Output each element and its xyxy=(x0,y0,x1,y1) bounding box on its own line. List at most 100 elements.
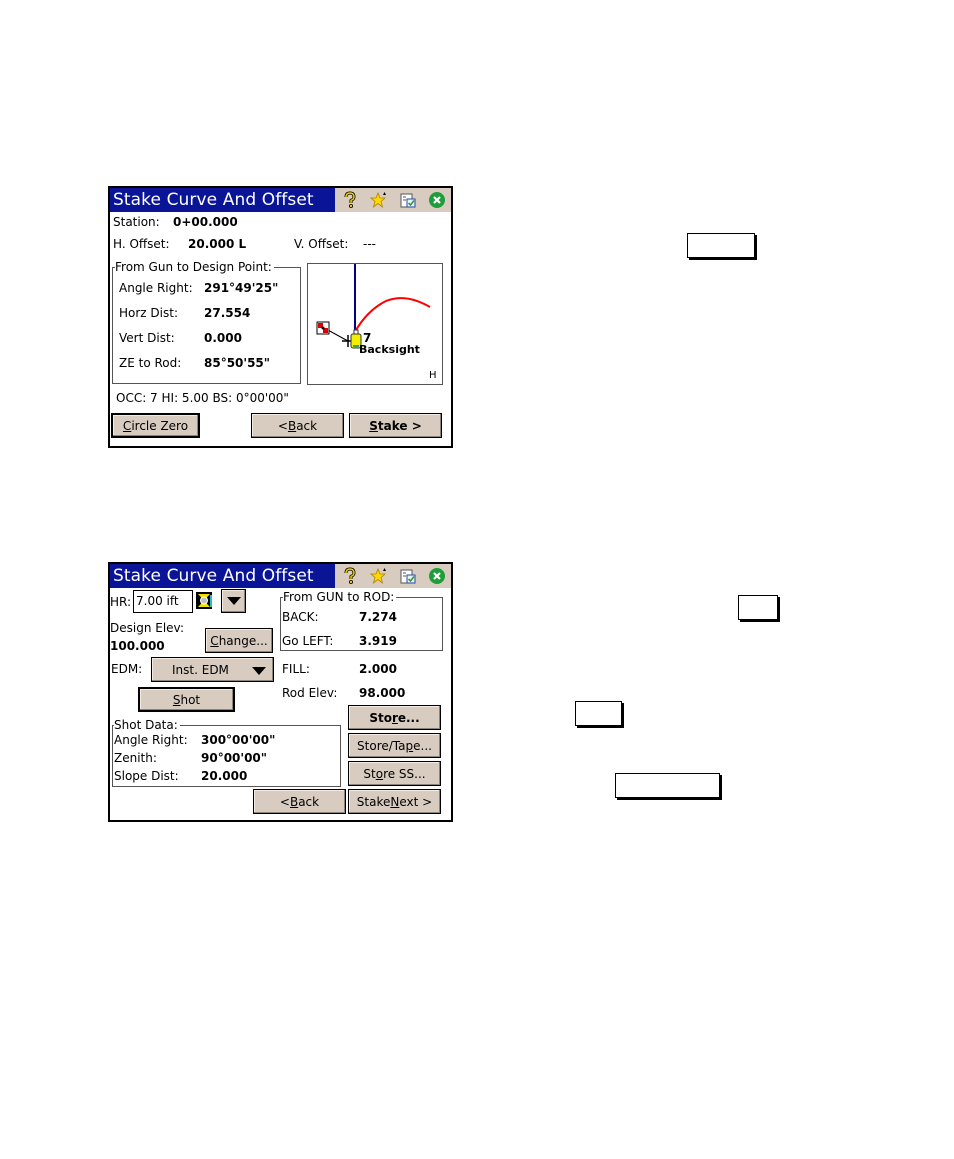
btn-text-post: ircle Zero xyxy=(131,418,189,433)
h-offset-label: H. Offset: xyxy=(113,237,170,251)
stake-next-button[interactable]: Stake Next > xyxy=(348,789,441,814)
window-title: Stake Curve And Offset xyxy=(113,190,314,210)
btn-text-post: re SS... xyxy=(383,766,426,781)
shot-data-group: Shot Data: Angle Right: 300°00'00" Zenit… xyxy=(112,718,341,787)
btn-text-pre: Sto xyxy=(369,710,392,725)
back-button[interactable]: < Back xyxy=(253,789,346,814)
rod-elev-label: Rod Elev: xyxy=(282,686,338,700)
close-icon[interactable] xyxy=(427,566,447,586)
target-height-icon[interactable] xyxy=(196,592,212,609)
backsight-target-icon xyxy=(316,321,330,335)
btn-text-post: ack xyxy=(296,418,318,433)
chevron-down-icon xyxy=(252,667,266,675)
title-icons xyxy=(335,188,451,212)
btn-mnemonic: S xyxy=(369,418,378,433)
go-left-value: 3.919 xyxy=(359,634,397,648)
callout-box xyxy=(615,773,720,798)
stake-plot[interactable]: 7 Backsight H xyxy=(307,263,443,385)
callout-box xyxy=(575,701,622,726)
back-label: BACK: xyxy=(282,610,319,624)
btn-text-post: e... xyxy=(397,710,420,725)
fill-label: FILL: xyxy=(282,662,310,676)
store-button[interactable]: Sto r e... xyxy=(348,705,441,730)
zenith-value: 90°00'00" xyxy=(201,751,268,765)
btn-text-post: ext > xyxy=(399,794,433,809)
btn-text-post: hange... xyxy=(218,633,268,648)
shot-angle-right-value: 300°00'00" xyxy=(201,733,276,747)
slope-dist-value: 20.000 xyxy=(201,769,248,783)
title-bar: Stake Curve And Offset xyxy=(110,564,451,588)
circle-zero-button[interactable]: Circle Zero xyxy=(111,413,200,438)
task-list-icon[interactable] xyxy=(398,566,418,586)
station-label: Station: xyxy=(113,215,160,229)
backsight-label: Backsight xyxy=(359,343,420,356)
zenith-label: Zenith: xyxy=(114,751,157,765)
btn-text-pre: < xyxy=(279,794,290,809)
favorites-icon[interactable] xyxy=(369,566,389,586)
back-value: 7.274 xyxy=(359,610,397,624)
horz-dist-label: Horz Dist: xyxy=(119,306,178,320)
ze-to-rod-value: 85°50'55" xyxy=(204,356,271,370)
ze-to-rod-label: ZE to Rod: xyxy=(119,356,182,370)
stake-button[interactable]: Stake > xyxy=(349,413,442,438)
help-icon[interactable] xyxy=(340,190,360,210)
help-icon[interactable] xyxy=(340,566,360,586)
edm-label: EDM: xyxy=(111,662,143,676)
design-elev-label: Design Elev: xyxy=(110,621,185,635)
btn-text-pre: St xyxy=(363,766,376,781)
store-ss-button[interactable]: St o re SS... xyxy=(348,761,441,786)
gun-to-design-group: From Gun to Design Point: Angle Right: 2… xyxy=(112,260,301,384)
btn-mnemonic: o xyxy=(375,766,384,781)
btn-text-post: e... xyxy=(413,738,432,753)
btn-mnemonic: N xyxy=(390,794,400,809)
gun-to-rod-group: From GUN to ROD: BACK: 7.274 Go LEFT: 3.… xyxy=(280,590,443,651)
title-icons xyxy=(335,564,451,588)
btn-text-pre: Store/Ta xyxy=(357,738,406,753)
v-offset-value: --- xyxy=(363,237,376,251)
edm-value: Inst. EDM xyxy=(172,662,229,677)
h-offset-value: 20.000 L xyxy=(188,237,247,251)
angle-right-value: 291°49'25" xyxy=(204,281,279,295)
angle-right-label: Angle Right: xyxy=(119,281,193,295)
horz-dist-value: 27.554 xyxy=(204,306,251,320)
window-title: Stake Curve And Offset xyxy=(113,566,314,586)
change-button[interactable]: Change... xyxy=(205,628,273,653)
btn-text-pre: Stake xyxy=(356,794,391,809)
task-list-icon[interactable] xyxy=(398,190,418,210)
callout-box xyxy=(687,233,755,258)
btn-mnemonic: C xyxy=(210,633,219,648)
btn-mnemonic: B xyxy=(289,794,299,809)
vert-dist-label: Vert Dist: xyxy=(119,331,175,345)
edm-select[interactable]: Inst. EDM xyxy=(151,657,274,682)
btn-mnemonic: C xyxy=(122,418,132,433)
go-left-label: Go LEFT: xyxy=(282,634,334,648)
chevron-down-icon xyxy=(226,597,241,605)
btn-mnemonic: S xyxy=(172,692,181,707)
btn-mnemonic: B xyxy=(287,418,297,433)
plot-corner-label: H xyxy=(429,370,437,381)
shot-angle-right-label: Angle Right: xyxy=(114,733,188,747)
occupied-status: OCC: 7 HI: 5.00 BS: 0°00'00" xyxy=(116,391,289,405)
stake-curve-offset-dialog-1: Stake Curve And Offset Station: 0+00.000… xyxy=(108,186,453,448)
group-label: Shot Data: xyxy=(114,718,180,732)
design-elev-value: 100.000 xyxy=(110,639,165,653)
btn-text-post: take > xyxy=(377,418,422,433)
slope-dist-label: Slope Dist: xyxy=(114,769,179,783)
store-tape-button[interactable]: Store/Ta p e... xyxy=(348,733,441,758)
group-label: From Gun to Design Point: xyxy=(115,260,274,274)
v-offset-label: V. Offset: xyxy=(294,237,349,251)
title-bar: Stake Curve And Offset xyxy=(110,188,451,212)
station-value: 0+00.000 xyxy=(173,215,238,229)
fill-value: 2.000 xyxy=(359,662,397,676)
shot-button[interactable]: Shot xyxy=(138,687,235,712)
back-button[interactable]: < Back xyxy=(251,413,344,438)
hr-input[interactable]: 7.00 ift xyxy=(133,590,193,613)
btn-text-pre: < xyxy=(277,418,288,433)
favorites-icon[interactable] xyxy=(369,190,389,210)
hr-label: HR: xyxy=(110,595,132,609)
close-icon[interactable] xyxy=(427,190,447,210)
hr-dropdown-button[interactable] xyxy=(221,589,246,613)
btn-text-post: hot xyxy=(180,692,201,707)
btn-mnemonic: p xyxy=(405,738,414,753)
vert-dist-value: 0.000 xyxy=(204,331,242,345)
